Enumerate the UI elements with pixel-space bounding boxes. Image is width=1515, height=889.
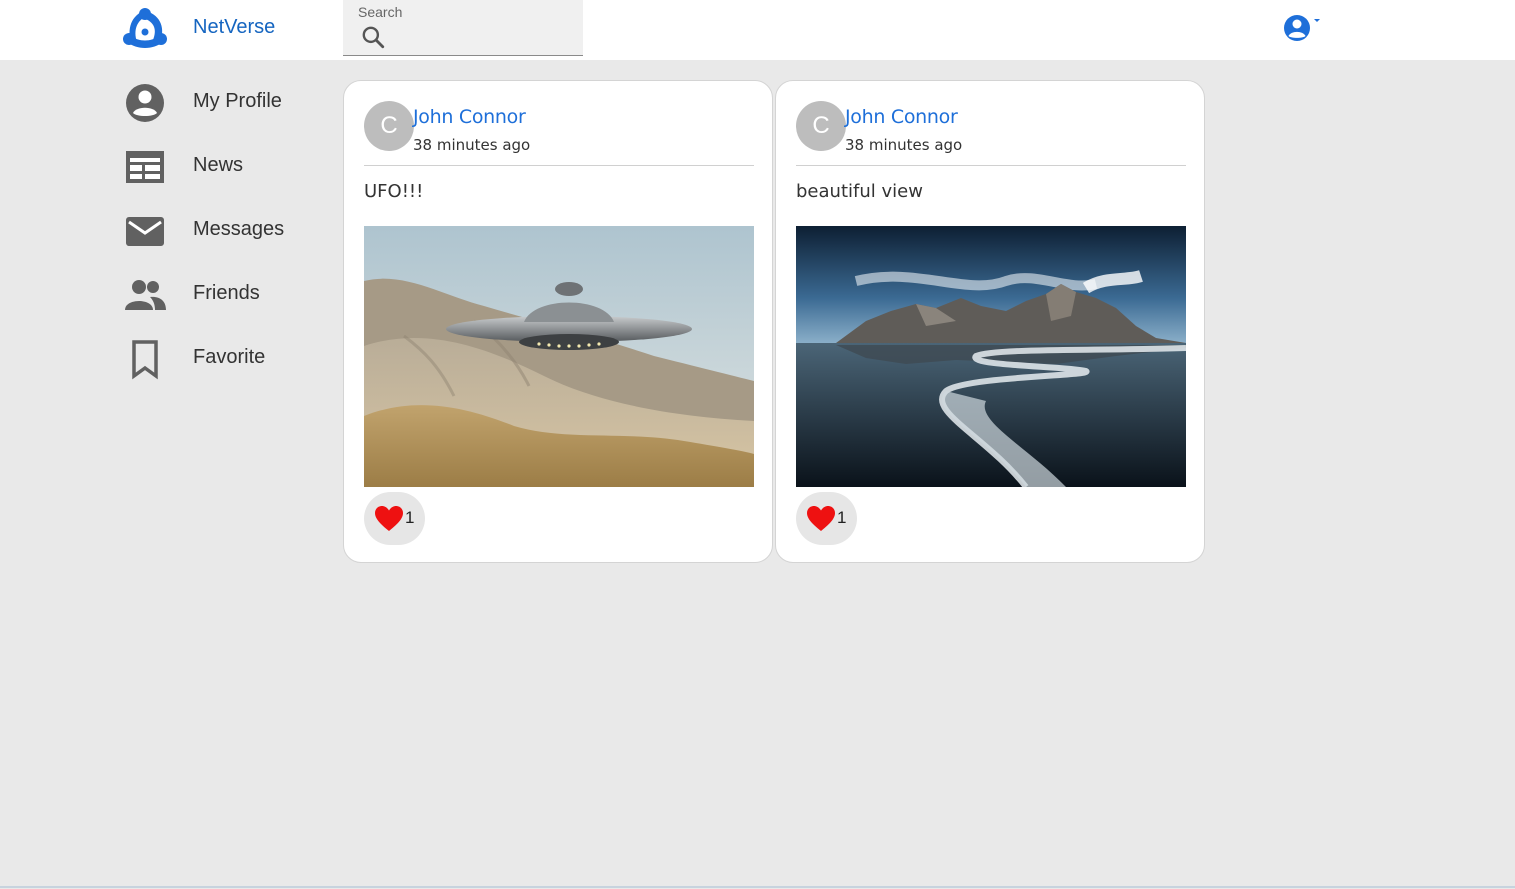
search-icon[interactable]	[360, 24, 386, 50]
post-timestamp: 38 minutes ago	[413, 136, 531, 154]
sidebar-item-label: Favorite	[193, 346, 266, 368]
post-card: C John Connor 38 minutes ago UFO!!! 1	[343, 80, 773, 563]
bookmark-icon	[132, 340, 158, 380]
like-button[interactable]: 1	[364, 492, 425, 545]
mail-icon	[126, 217, 164, 246]
people-icon	[125, 280, 166, 310]
brand-name[interactable]: NetVerse	[193, 16, 275, 39]
account-circle-icon	[126, 84, 164, 122]
avatar[interactable]: C	[364, 101, 414, 151]
sidebar-item-messages[interactable]: Messages	[120, 198, 330, 262]
mountain-beach-photo[interactable]	[796, 226, 1186, 487]
like-count: 1	[837, 508, 847, 527]
divider	[796, 165, 1186, 166]
account-menu-icon[interactable]	[1282, 13, 1322, 43]
bottom-border	[0, 886, 1515, 888]
netverse-logo[interactable]	[121, 6, 169, 52]
post-text: beautiful view	[796, 181, 923, 202]
post-author-link[interactable]: John Connor	[845, 106, 958, 128]
search-field[interactable]: Search	[343, 0, 583, 56]
heart-icon	[375, 506, 403, 531]
sidebar-item-my-profile[interactable]: My Profile	[120, 70, 330, 134]
like-button[interactable]: 1	[796, 492, 857, 545]
search-label: Search	[358, 4, 403, 20]
top-app-bar: NetVerse Search	[0, 0, 1515, 60]
ufo-over-hills-photo[interactable]	[364, 226, 754, 487]
avatar[interactable]: C	[796, 101, 846, 151]
newspaper-icon	[126, 151, 164, 183]
sidebar-item-favorite[interactable]: Favorite	[120, 326, 330, 390]
post-card: C John Connor 38 minutes ago beautiful v…	[775, 80, 1205, 563]
sidebar-nav: My Profile News Messages Friends Favorit…	[120, 70, 330, 390]
post-timestamp: 38 minutes ago	[845, 136, 963, 154]
like-count: 1	[405, 508, 415, 527]
sidebar-item-label: My Profile	[193, 90, 282, 112]
post-text: UFO!!!	[364, 181, 424, 202]
sidebar-item-friends[interactable]: Friends	[120, 262, 330, 326]
sidebar-item-news[interactable]: News	[120, 134, 330, 198]
sidebar-item-label: Friends	[193, 282, 260, 304]
divider	[364, 165, 754, 166]
sidebar-item-label: Messages	[193, 218, 285, 240]
sidebar-item-label: News	[193, 154, 244, 176]
post-author-link[interactable]: John Connor	[413, 106, 526, 128]
heart-icon	[807, 506, 835, 531]
